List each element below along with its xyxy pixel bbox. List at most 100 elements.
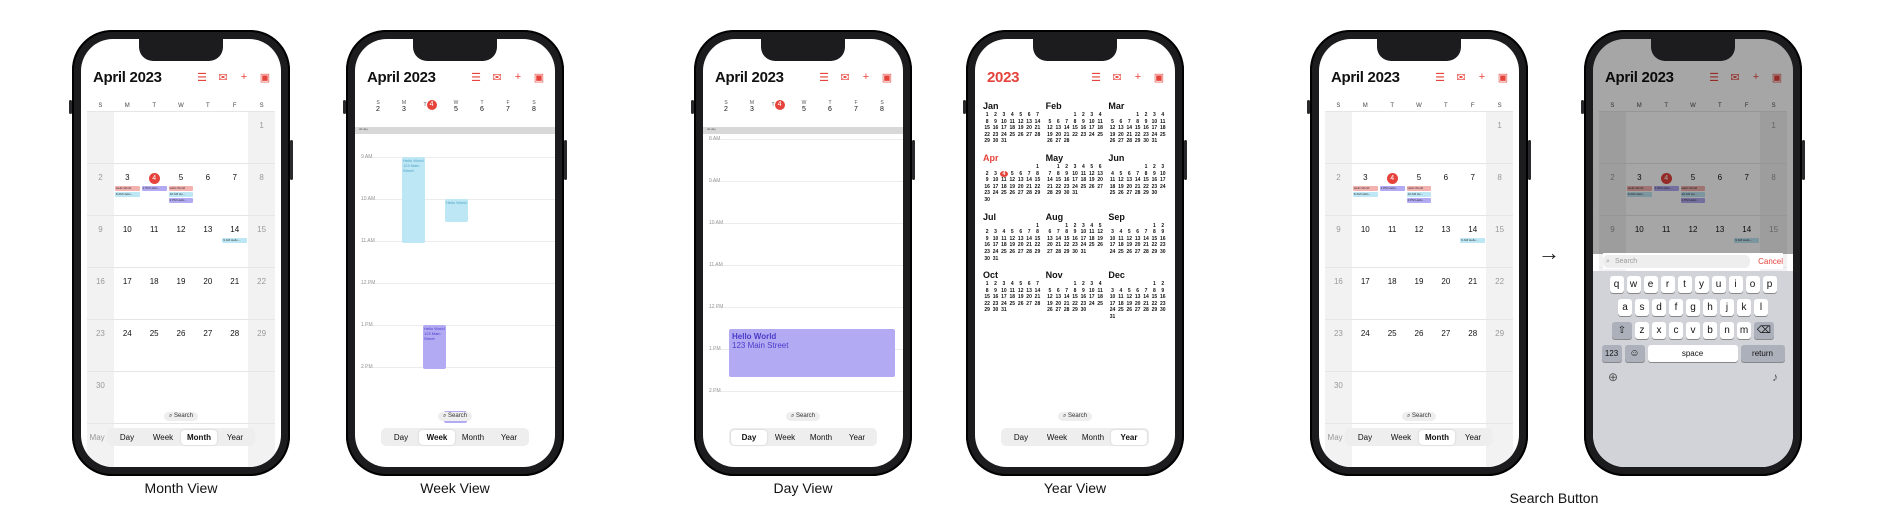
inbox-icon[interactable]: ✉ <box>217 71 229 84</box>
day-cell[interactable] <box>1459 112 1486 163</box>
day-cell[interactable]: 30 <box>1325 372 1352 423</box>
key-y[interactable]: y <box>1694 276 1709 293</box>
segment-week[interactable]: Week <box>1039 430 1075 445</box>
segment-month[interactable]: Month <box>1419 429 1455 445</box>
day-cell[interactable]: 17 <box>114 268 141 319</box>
segment-day[interactable]: Day <box>1003 430 1039 445</box>
month-mini[interactable]: Jul 1 2 3 4 5 6 7 8 9 10 11 12 13 14 15 16 17 18 19 20 21 22 23… <box>983 212 1042 263</box>
shift-key[interactable]: ⇧ <box>1612 322 1632 339</box>
segment-day[interactable]: Day <box>1347 430 1383 445</box>
day-cell[interactable]: 27 <box>194 320 221 371</box>
day-cell[interactable]: 16 <box>87 268 114 319</box>
day-cell[interactable]: 29 <box>248 320 276 371</box>
day-cell[interactable] <box>114 112 141 163</box>
event-chip[interactable]: Hello World <box>168 186 194 191</box>
week-day[interactable]: F7 <box>495 100 521 113</box>
key-m[interactable]: m <box>1737 322 1751 339</box>
day-cell[interactable]: 2 <box>87 164 114 215</box>
event-chip[interactable]: 1 PM Hello... <box>1379 186 1405 191</box>
key-w[interactable]: w <box>1626 276 1641 293</box>
event-chip[interactable]: 9 AM Hello... <box>222 238 248 243</box>
day-cell[interactable]: 21 <box>221 268 248 319</box>
key-i[interactable]: i <box>1728 276 1743 293</box>
day-cell[interactable] <box>141 112 168 163</box>
month-mini[interactable]: Oct 1 2 3 4 5 6 7 8 9 10 11 12 13 14 15 16 17 18 19 20 21 22 23… <box>983 270 1042 321</box>
day-cell[interactable]: 3 Hello World 8 AM Hello... <box>114 164 141 215</box>
key-l[interactable]: l <box>1754 299 1768 316</box>
event-block[interactable]: Hello World 123 Main Street <box>402 157 425 243</box>
week-day[interactable]: F7 <box>843 100 869 113</box>
day-cell[interactable]: 26 <box>168 320 195 371</box>
day-cell[interactable] <box>168 112 195 163</box>
day-cell[interactable]: 19 <box>168 268 195 319</box>
day-cell[interactable] <box>1325 112 1352 163</box>
week-day[interactable]: T6 <box>469 100 495 113</box>
segment-day[interactable]: Day <box>109 430 145 445</box>
day-cell[interactable]: 15 <box>248 216 276 267</box>
day-cell[interactable]: 12 <box>1406 216 1433 267</box>
segment-year[interactable]: Year <box>217 430 253 445</box>
segment-week[interactable]: Week <box>419 429 455 445</box>
week-day[interactable]: S2 <box>713 100 739 113</box>
day-cell[interactable]: 8 <box>248 164 276 215</box>
segment-day[interactable]: Day <box>731 429 767 445</box>
day-cell[interactable]: 17 <box>1352 268 1379 319</box>
month-mini[interactable]: Apr 1 2 3 4 5 6 7 8 9 10 11 12 13 14 15 16 17 18 19 20 21 22 23… <box>983 153 1042 204</box>
key-h[interactable]: h <box>1703 299 1717 316</box>
list-icon[interactable]: ☰ <box>196 71 208 84</box>
day-cell[interactable] <box>1379 112 1406 163</box>
calendar-icon[interactable]: ▣ <box>533 71 545 84</box>
key-d[interactable]: d <box>1652 299 1666 316</box>
week-day[interactable]: M3 <box>391 100 417 113</box>
day-cell[interactable]: 10 <box>114 216 141 267</box>
day-cell[interactable]: 7 <box>221 164 248 215</box>
day-cell[interactable] <box>1432 112 1459 163</box>
month-mini[interactable]: Aug 1 2 3 4 5 6 7 8 9 10 11 12 13 14 15 16 17 18 19 20 21 22 23… <box>1046 212 1105 263</box>
day-cell[interactable]: 13 <box>194 216 221 267</box>
event-block[interactable]: Hello World <box>445 199 468 222</box>
view-switcher[interactable]: Day Week Month Year <box>381 428 529 446</box>
week-day[interactable]: T4 <box>417 100 443 113</box>
segment-year[interactable]: Year <box>1455 430 1491 445</box>
day-cell[interactable]: 28 <box>1459 320 1486 371</box>
segment-month[interactable]: Month <box>1075 430 1111 445</box>
plus-icon[interactable]: + <box>238 71 250 84</box>
month-mini[interactable]: Nov 1 2 3 4 5 6 7 8 9 10 11 12 13 14 15 16 17 18 19 20 21 22 23… <box>1046 270 1105 321</box>
day-cell[interactable]: 22 <box>248 268 276 319</box>
plus-icon[interactable]: + <box>860 71 872 84</box>
day-cell[interactable]: 7 <box>1459 164 1486 215</box>
segment-month[interactable]: Month <box>181 429 217 445</box>
calendar-icon[interactable]: ▣ <box>1497 71 1509 84</box>
search-input[interactable]: ⌕ Search <box>1603 254 1751 268</box>
key-p[interactable]: p <box>1762 276 1777 293</box>
key-a[interactable]: a <box>1618 299 1632 316</box>
day-cell[interactable]: 28 <box>221 320 248 371</box>
segment-week[interactable]: Week <box>1383 430 1419 445</box>
day-cell[interactable]: 14 9 AM Hello... <box>1459 216 1486 267</box>
day-cell[interactable]: 3 Hello World 8 AM Hello... <box>1352 164 1379 215</box>
view-switcher[interactable]: Day Week Month Year <box>107 428 255 446</box>
day-cell[interactable]: 24 <box>1352 320 1379 371</box>
segment-year[interactable]: Year <box>491 430 527 445</box>
week-day[interactable]: S2 <box>365 100 391 113</box>
emoji-key[interactable]: ☺ <box>1624 345 1645 362</box>
segment-year[interactable]: Year <box>839 430 875 445</box>
day-cell[interactable]: 26 <box>1406 320 1433 371</box>
search-button[interactable]: ⌕ Search <box>785 412 821 421</box>
key-g[interactable]: g <box>1686 299 1700 316</box>
day-cell[interactable]: 15 <box>1486 216 1514 267</box>
plus-icon[interactable]: + <box>1476 71 1488 84</box>
dim-overlay[interactable] <box>1593 39 1793 254</box>
view-switcher[interactable]: Day Week Month Year <box>729 428 877 446</box>
key-f[interactable]: f <box>1669 299 1683 316</box>
key-u[interactable]: u <box>1711 276 1726 293</box>
day-cell[interactable]: 11 <box>141 216 168 267</box>
day-cell[interactable]: 10 <box>1352 216 1379 267</box>
search-button[interactable]: ⌕ Search <box>1057 412 1093 421</box>
key-q[interactable]: q <box>1609 276 1624 293</box>
plus-icon[interactable]: + <box>512 71 524 84</box>
key-t[interactable]: t <box>1677 276 1692 293</box>
day-cell[interactable] <box>194 372 221 423</box>
inbox-icon[interactable]: ✉ <box>1111 71 1123 84</box>
day-cell[interactable] <box>1352 112 1379 163</box>
